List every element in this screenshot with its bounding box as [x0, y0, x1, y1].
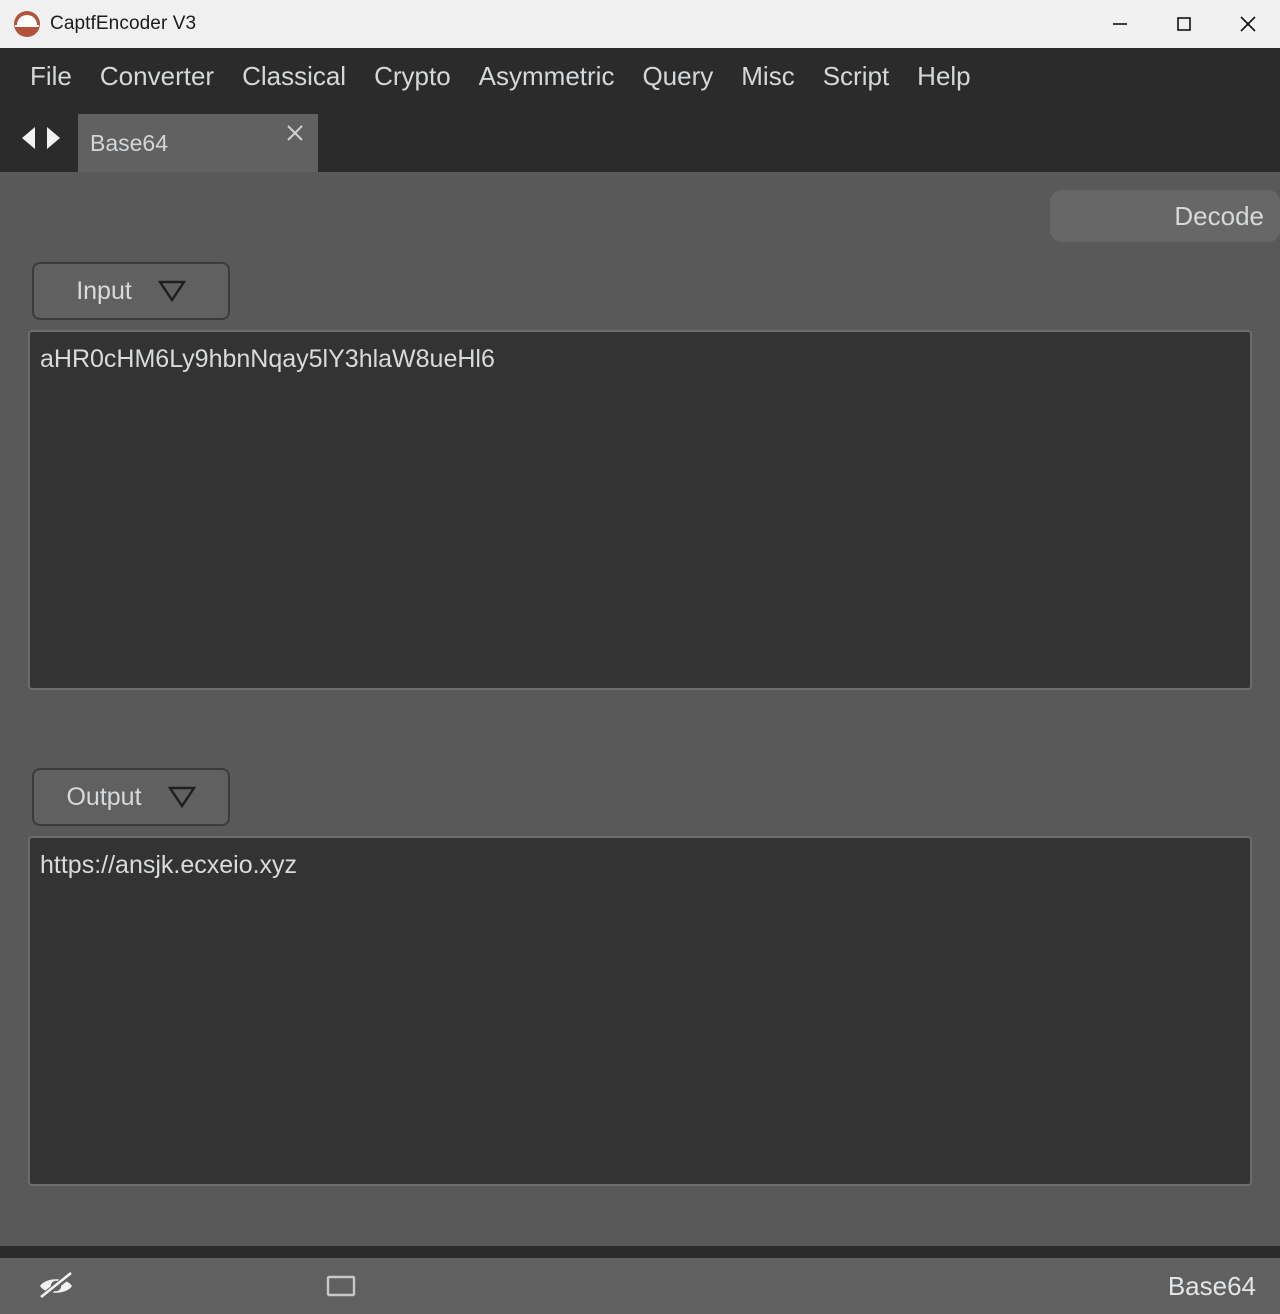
status-mode-label: Base64 — [1167, 1270, 1256, 1301]
maximize-icon[interactable] — [1152, 0, 1216, 48]
close-icon[interactable] — [284, 122, 306, 144]
output-textarea[interactable] — [28, 836, 1252, 1186]
input-section-label: Input — [76, 276, 132, 305]
arrow-left-icon[interactable] — [22, 127, 35, 149]
title-bar-left: CaptfEncoder V3 — [0, 11, 1088, 37]
app-title: CaptfEncoder V3 — [50, 13, 197, 34]
tab-label: Base64 — [90, 129, 169, 156]
menu-item-misc[interactable]: Misc — [727, 57, 808, 96]
eye-slash-icon[interactable] — [36, 1271, 76, 1301]
close-icon[interactable] — [1216, 0, 1280, 48]
action-row: Decode — [28, 172, 1280, 262]
chevron-down-icon — [157, 280, 186, 302]
menu-item-help[interactable]: Help — [903, 57, 984, 96]
app-window: CaptfEncoder V3 File Converter Classical… — [0, 0, 1280, 1314]
tab-base64[interactable]: Base64 — [78, 114, 318, 172]
menu-item-script[interactable]: Script — [809, 57, 903, 96]
menu-bar: File Converter Classical Crypto Asymmetr… — [0, 48, 1280, 104]
main-content: Decode Input Output — [0, 172, 1280, 1246]
menu-item-file[interactable]: File — [16, 57, 86, 96]
menu-item-query[interactable]: Query — [628, 57, 727, 96]
status-bar: Base64 — [0, 1258, 1280, 1314]
output-section-label: Output — [66, 782, 142, 811]
output-section-button[interactable]: Output — [32, 768, 230, 826]
chevron-down-icon — [167, 786, 196, 808]
menu-item-asymmetric[interactable]: Asymmetric — [465, 57, 629, 96]
menu-item-crypto[interactable]: Crypto — [360, 57, 465, 96]
window-controls — [1088, 0, 1280, 48]
arrow-right-icon[interactable] — [47, 127, 60, 149]
tab-nav — [0, 104, 78, 172]
title-bar: CaptfEncoder V3 — [0, 0, 1280, 48]
decode-button[interactable]: Decode — [1050, 190, 1280, 242]
input-section-button[interactable]: Input — [32, 262, 230, 320]
input-textarea[interactable] — [28, 330, 1252, 690]
window-icon[interactable] — [326, 1274, 356, 1298]
minimize-icon[interactable] — [1088, 0, 1152, 48]
menu-item-classical[interactable]: Classical — [228, 57, 360, 96]
captf-logo-icon — [14, 11, 40, 37]
content-bottom-gap — [28, 1186, 1252, 1246]
status-separator — [0, 1246, 1280, 1258]
menu-item-converter[interactable]: Converter — [86, 57, 228, 96]
tab-bar: Base64 — [0, 104, 1280, 172]
